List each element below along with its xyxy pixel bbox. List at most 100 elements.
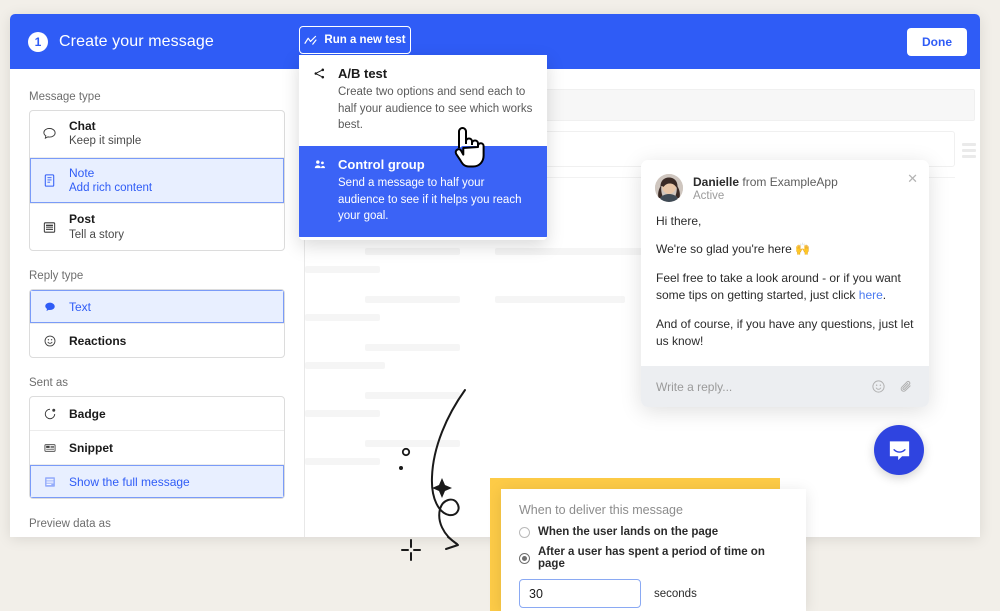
ab-split-icon xyxy=(313,66,329,134)
done-button[interactable]: Done xyxy=(907,28,967,56)
test-type-dropdown: A/B test Create two options and send eac… xyxy=(299,55,547,241)
messenger-preview-widget: Danielle from ExampleApp Active ✕ Hi the… xyxy=(641,160,929,408)
radio-unchecked-icon[interactable] xyxy=(519,526,530,538)
placeholder-bar xyxy=(365,344,460,351)
messenger-message-body: Hi there, We're so glad you're here 🙌 Fe… xyxy=(641,206,929,366)
placeholder-bar xyxy=(305,314,380,321)
placeholder-bar xyxy=(365,440,460,447)
messenger-launcher-button[interactable] xyxy=(874,425,924,475)
seconds-row: seconds xyxy=(519,579,788,608)
note-document-icon xyxy=(41,172,58,189)
messenger-sender-name-row: Danielle from ExampleApp xyxy=(693,175,838,189)
here-link[interactable]: here xyxy=(859,288,883,302)
option-snippet[interactable]: Snippet xyxy=(30,431,284,466)
option-show-full-message[interactable]: Show the full message xyxy=(30,465,284,499)
messenger-header: Danielle from ExampleApp Active ✕ xyxy=(641,160,929,206)
messenger-reply-bar[interactable]: Write a reply... xyxy=(641,366,929,408)
option-chat[interactable]: Chat Keep it simple xyxy=(30,111,284,158)
messenger-sender-name: Danielle xyxy=(693,175,740,189)
option-badge-title: Badge xyxy=(69,406,106,421)
option-chat-sub: Keep it simple xyxy=(69,135,142,148)
message-type-options: Chat Keep it simple Note Add rich conten… xyxy=(29,110,285,252)
chat-bubble-icon xyxy=(41,125,58,142)
option-badge[interactable]: Badge xyxy=(30,397,284,432)
messenger-launcher-icon xyxy=(889,440,909,460)
placeholder-bar xyxy=(305,458,380,465)
radio-option-after-delay[interactable]: After a user has spent a period of time … xyxy=(519,546,788,570)
option-text-text: Text xyxy=(69,299,91,315)
section-reply-type: Reply type Text Reactions xyxy=(29,270,285,359)
radio-option-on-land-label: When the user lands on the page xyxy=(538,526,719,538)
avatar xyxy=(655,174,683,202)
placeholder-bar xyxy=(495,296,625,303)
deliver-card-title: When to deliver this message xyxy=(519,503,683,517)
option-snippet-text: Snippet xyxy=(69,440,113,456)
option-reactions[interactable]: Reactions xyxy=(30,324,284,357)
message-line-1: Hi there, xyxy=(656,214,702,228)
filled-bubble-icon xyxy=(41,298,58,315)
seconds-input[interactable] xyxy=(519,579,641,608)
placeholder-bar xyxy=(365,248,460,255)
dropdown-item-ab-test-text: A/B test Create two options and send eac… xyxy=(338,66,533,134)
option-reactions-text: Reactions xyxy=(69,333,126,349)
placeholder-bar xyxy=(365,392,460,399)
dropdown-item-control-group-text: Control group Send a message to half you… xyxy=(338,157,533,225)
run-a-new-test-label: Run a new test xyxy=(324,34,406,46)
dropdown-item-control-group-title: Control group xyxy=(338,157,425,173)
run-a-new-test-button[interactable]: Run a new test xyxy=(299,26,411,54)
screenshot-stage: 1 Create your message Done Message type … xyxy=(0,0,1000,611)
dropdown-item-control-group[interactable]: Control group Send a message to half you… xyxy=(299,146,547,238)
option-post[interactable]: Post Tell a story xyxy=(30,204,284,250)
smiley-icon xyxy=(41,332,58,349)
settings-panel: Message type Chat Keep it simple Note Ad… xyxy=(10,69,305,537)
placeholder-bar xyxy=(305,266,380,273)
paperclip-icon[interactable] xyxy=(899,379,914,394)
section-label-preview-data-as: Preview data as xyxy=(29,518,111,531)
section-label-message-type: Message type xyxy=(29,91,101,103)
badge-dot-icon xyxy=(41,405,58,422)
option-note-text: Note Add rich content xyxy=(69,165,152,197)
message-line-3-suffix: . xyxy=(882,288,887,303)
reply-type-options: Text Reactions xyxy=(29,289,285,359)
hamburger-menu-icon[interactable] xyxy=(962,143,976,161)
full-message-icon xyxy=(41,473,58,490)
section-sent-as: Sent as Badge Snippet Show the full mess… xyxy=(29,377,285,500)
option-note[interactable]: Note Add rich content xyxy=(30,157,284,205)
message-line-2: We're so glad you're here 🙌 xyxy=(656,242,811,257)
section-label-sent-as: Sent as xyxy=(29,377,68,390)
close-icon[interactable]: ✕ xyxy=(907,172,918,185)
dropdown-item-ab-test-title: A/B test xyxy=(338,66,388,81)
option-text-title: Text xyxy=(69,299,92,314)
message-line-3: Feel free to take a look around - or if … xyxy=(656,270,914,305)
dropdown-item-ab-test[interactable]: A/B test Create two options and send eac… xyxy=(299,55,547,146)
sent-as-options: Badge Snippet Show the full message xyxy=(29,396,285,500)
messenger-sender-company: from ExampleApp xyxy=(739,175,838,189)
messenger-sender-info: Danielle from ExampleApp Active xyxy=(693,174,838,202)
people-group-icon xyxy=(313,157,329,225)
deliver-timing-card: When to deliver this message When the us… xyxy=(501,489,806,611)
section-label-reply-type: Reply type xyxy=(29,270,84,283)
dropdown-item-control-group-desc: Send a message to half your audience to … xyxy=(338,177,522,223)
option-text[interactable]: Text xyxy=(30,290,284,325)
placeholder-bar xyxy=(305,410,380,417)
option-note-sub: Add rich content xyxy=(69,181,153,194)
reply-input-placeholder[interactable]: Write a reply... xyxy=(656,380,858,394)
option-reactions-title: Reactions xyxy=(69,333,127,348)
option-post-sub: Tell a story xyxy=(69,228,124,241)
section-message-type: Message type Chat Keep it simple Note Ad… xyxy=(29,91,285,252)
dropdown-item-ab-test-desc: Create two options and send each to half… xyxy=(338,86,533,132)
section-preview-data-as: Preview data as Placeholders Abc Sample … xyxy=(29,518,285,537)
seconds-unit-label: seconds xyxy=(654,587,697,600)
radio-checked-icon[interactable] xyxy=(519,552,530,564)
snippet-icon xyxy=(41,439,58,456)
message-line-4: And of course, if you have any questions… xyxy=(656,316,914,348)
option-snippet-title: Snippet xyxy=(69,440,113,455)
option-show-full-message-title: Show the full message xyxy=(69,474,190,489)
smiley-icon[interactable] xyxy=(871,379,886,394)
placeholder-bar xyxy=(305,362,385,369)
option-chat-text: Chat Keep it simple xyxy=(69,118,141,150)
option-show-full-message-text: Show the full message xyxy=(69,474,190,490)
step-number-badge: 1 xyxy=(28,31,48,52)
radio-option-on-land[interactable]: When the user lands on the page xyxy=(519,526,788,538)
radio-option-after-delay-label: After a user has spent a period of time … xyxy=(538,546,765,570)
